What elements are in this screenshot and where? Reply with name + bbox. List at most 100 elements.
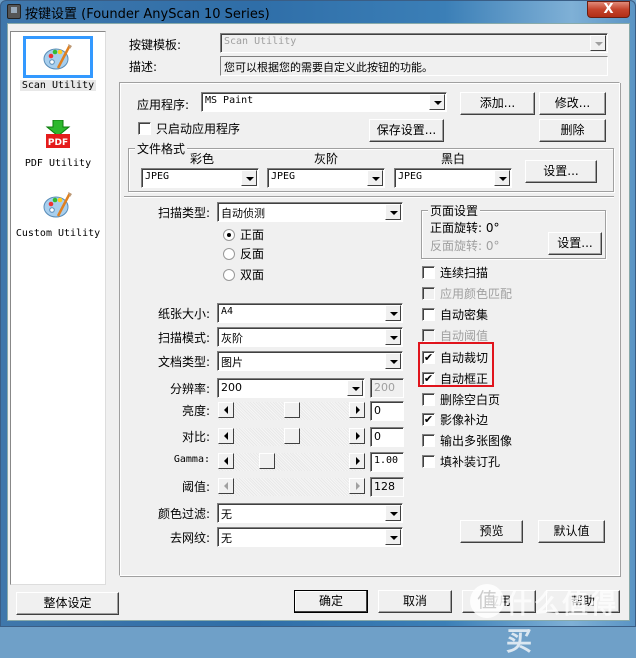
color-format-select[interactable]: JPEG bbox=[141, 168, 259, 188]
option-checkbox[interactable]: 输出多张图像 bbox=[422, 432, 512, 449]
title-bar[interactable]: 按键设置 (Founder AnyScan 10 Series) X bbox=[1, 1, 635, 23]
gamma-value[interactable]: 1.00 bbox=[370, 452, 404, 472]
close-button[interactable]: X bbox=[587, 1, 630, 18]
resolution-select[interactable]: 200 bbox=[217, 378, 365, 398]
front-rotation-label: 正面旋转: 0° bbox=[430, 221, 500, 235]
brightness-value[interactable]: 0 bbox=[370, 401, 404, 421]
option-checkbox[interactable]: ✔ 影像补边 bbox=[422, 411, 488, 428]
radio-dot[interactable] bbox=[223, 228, 235, 241]
chevron-down-icon[interactable] bbox=[429, 94, 445, 110]
descreen-label: 去网纹: bbox=[169, 531, 210, 545]
sidebar-item-scan-utility[interactable]: Scan Utility bbox=[11, 36, 105, 91]
arrow-left-icon[interactable] bbox=[218, 402, 234, 418]
checkbox-box[interactable] bbox=[422, 308, 435, 321]
option-checkbox[interactable]: 连续扫描 bbox=[422, 264, 488, 281]
gray-format-select[interactable]: JPEG bbox=[267, 168, 385, 188]
option-checkbox[interactable]: 删除空白页 bbox=[422, 391, 500, 408]
page-setup-button[interactable]: 设置... bbox=[548, 232, 602, 255]
preview-button[interactable]: 预览 bbox=[460, 520, 523, 543]
contrast-slider[interactable] bbox=[218, 428, 365, 446]
checkbox-box[interactable] bbox=[422, 455, 435, 468]
template-label: 按键模板: bbox=[129, 38, 182, 52]
doc-type-select[interactable]: 图片 bbox=[217, 351, 403, 371]
sidebar-item-label: PDF Utility bbox=[24, 158, 92, 169]
checkbox-box[interactable] bbox=[422, 266, 435, 279]
ok-button[interactable]: 确定 bbox=[294, 590, 368, 613]
chevron-down-icon[interactable] bbox=[385, 329, 401, 345]
arrow-left-icon[interactable] bbox=[218, 453, 234, 469]
scan-mode-select[interactable]: 灰阶 bbox=[217, 327, 403, 347]
format-settings-button[interactable]: 设置... bbox=[525, 160, 597, 183]
slider-thumb[interactable] bbox=[283, 428, 300, 444]
template-value: Scan Utility bbox=[224, 36, 297, 47]
back-rotation-label: 反面旋转: 0° bbox=[430, 239, 500, 253]
file-format-title: 文件格式 bbox=[135, 140, 188, 157]
contrast-label: 对比: bbox=[181, 430, 210, 444]
help-button[interactable]: 帮助 bbox=[546, 590, 620, 613]
chevron-down-icon[interactable] bbox=[385, 305, 401, 321]
chevron-down-icon[interactable] bbox=[385, 204, 401, 220]
option-checkbox: 应用颜色匹配 bbox=[422, 285, 512, 302]
save-settings-button[interactable]: 保存设置... bbox=[369, 119, 444, 142]
side-front-radio[interactable]: 正面 bbox=[223, 226, 264, 243]
chevron-down-icon[interactable] bbox=[385, 529, 401, 545]
launch-only-checkbox[interactable]: 只启动应用程序 bbox=[138, 120, 240, 137]
modify-app-button[interactable]: 修改... bbox=[539, 92, 606, 115]
slider-thumb[interactable] bbox=[258, 453, 275, 469]
side-duplex-radio[interactable]: 双面 bbox=[223, 266, 264, 283]
delete-app-button[interactable]: 删除 bbox=[539, 119, 606, 142]
svg-text:PDF: PDF bbox=[48, 138, 68, 148]
contrast-value[interactable]: 0 bbox=[370, 427, 404, 447]
default-button[interactable]: 默认值 bbox=[538, 520, 605, 543]
color-filter-select[interactable]: 无 bbox=[217, 503, 403, 523]
side-back-radio[interactable]: 反面 bbox=[223, 245, 264, 262]
descreen-select[interactable]: 无 bbox=[217, 527, 403, 547]
arrow-right-icon[interactable] bbox=[349, 428, 365, 444]
radio-dot[interactable] bbox=[223, 247, 235, 260]
radio-dot[interactable] bbox=[223, 268, 235, 281]
palette-icon bbox=[43, 44, 72, 70]
slider-thumb[interactable] bbox=[283, 402, 300, 418]
threshold-slider bbox=[218, 478, 365, 496]
checkbox-label: 填补装订孔 bbox=[440, 455, 501, 469]
paper-size-select[interactable]: A4 bbox=[217, 303, 403, 323]
checkbox-label: 应用颜色匹配 bbox=[440, 287, 513, 301]
arrow-right-icon[interactable] bbox=[349, 453, 365, 469]
arrow-left-icon[interactable] bbox=[218, 428, 234, 444]
brightness-slider[interactable] bbox=[218, 402, 365, 420]
global-settings-button[interactable]: 整体设定 bbox=[16, 592, 119, 615]
chevron-down-icon[interactable] bbox=[367, 170, 383, 186]
sidebar-item-custom-utility[interactable]: Custom Utility bbox=[11, 184, 105, 239]
sidebar-item-label: Scan Utility bbox=[19, 80, 97, 91]
doc-type-label: 文档类型: bbox=[157, 355, 210, 369]
window-title: 按键设置 (Founder AnyScan 10 Series) bbox=[25, 7, 270, 22]
option-checkbox[interactable]: 自动密集 bbox=[422, 306, 488, 323]
app-select[interactable]: MS Paint bbox=[201, 92, 447, 112]
checkbox-box[interactable] bbox=[422, 393, 435, 406]
add-app-button[interactable]: 添加... bbox=[460, 92, 535, 115]
gamma-slider[interactable] bbox=[218, 453, 365, 471]
palette-icon bbox=[43, 192, 72, 218]
color-format-label: 彩色 bbox=[190, 152, 215, 166]
chevron-down-icon[interactable] bbox=[494, 170, 510, 186]
chevron-down-icon[interactable] bbox=[347, 380, 363, 396]
arrow-right-icon[interactable] bbox=[349, 402, 365, 418]
bw-format-select[interactable]: JPEG bbox=[394, 168, 512, 188]
scan-type-select[interactable]: 自动侦测 bbox=[217, 202, 403, 222]
checkmark-icon[interactable]: ✔ bbox=[422, 413, 435, 426]
page-setup-title: 页面设置 bbox=[428, 202, 481, 219]
cancel-button[interactable]: 取消 bbox=[378, 590, 452, 613]
template-select[interactable]: Scan Utility bbox=[220, 33, 608, 53]
chevron-down-icon[interactable] bbox=[241, 170, 257, 186]
color-format-value: JPEG bbox=[145, 171, 170, 182]
option-checkbox[interactable]: 填补装订孔 bbox=[422, 453, 500, 470]
app-label: 应用程序: bbox=[137, 98, 190, 112]
color-filter-label: 颜色过滤: bbox=[157, 507, 210, 521]
checkbox-box[interactable] bbox=[422, 434, 435, 447]
chevron-down-icon[interactable] bbox=[385, 353, 401, 369]
chevron-down-icon[interactable] bbox=[385, 505, 401, 521]
bw-format-value: JPEG bbox=[398, 171, 423, 182]
chevron-down-icon[interactable] bbox=[590, 35, 606, 51]
sidebar-item-pdf-utility[interactable]: PDF PDF Utility bbox=[11, 114, 105, 169]
checkbox-box[interactable] bbox=[138, 122, 151, 135]
